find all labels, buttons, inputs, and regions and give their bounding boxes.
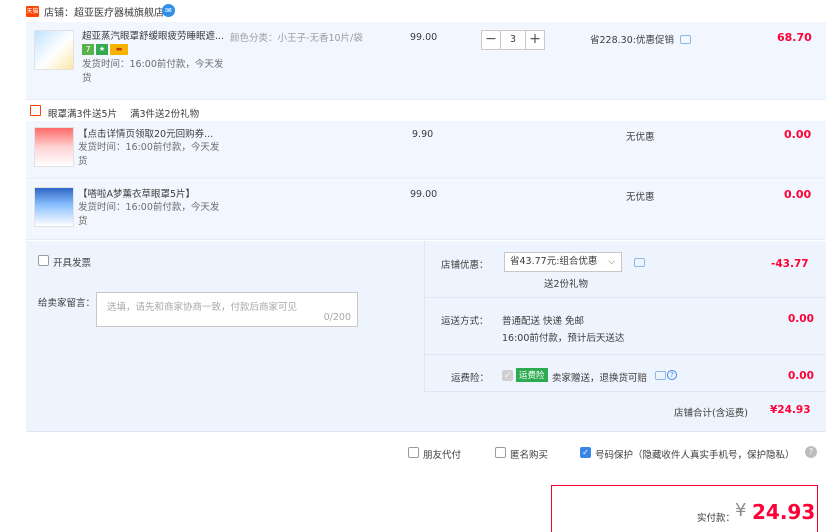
insurance-comment-icon[interactable] [655, 371, 666, 380]
payable-box: 实付款： ¥ 24.93 [551, 485, 818, 532]
subtotal-3: 0.00 [784, 188, 812, 201]
order-item-2: 【点击详情页领取20元回购券... 发货时间：16:00前付款，今天发 货 9.… [26, 121, 826, 179]
ship-line-2: 货 [78, 216, 88, 227]
invoice-label: 开具发票 [53, 258, 92, 269]
anonymous-checkbox[interactable] [495, 447, 506, 458]
payable-currency: ¥ [735, 500, 747, 521]
row-divider [424, 354, 826, 355]
star-service-icon: ★ [96, 44, 108, 55]
payable-label: 实付款： [697, 513, 736, 524]
discount-note: 送2份礼物 [544, 279, 589, 290]
shipping-amount: 0.00 [788, 313, 814, 325]
discount-comment-icon[interactable] [634, 258, 645, 267]
discount-selected: 省43.77元:组合优惠 [510, 256, 598, 267]
payable-amount: 24.93 [752, 500, 816, 524]
number-protect-label: 号码保护（隐藏收件人真实手机号，保护隐私） [595, 450, 795, 461]
product-image-2[interactable] [34, 127, 74, 167]
row-divider [424, 297, 826, 298]
ship-time-3: 发货时间：16:00前付款，今天发 货 [78, 201, 219, 229]
shop-total-amount: ¥24.93 [770, 404, 811, 416]
quantity-stepper: − 3 + [481, 30, 545, 50]
ship-line-1: 发货时间：16:00前付款，今天发 [82, 59, 224, 70]
seller-message-input[interactable]: 选填，请先和商家协商一致，付款后商家可见 0/200 [96, 292, 358, 327]
gift-promo-row: 眼罩满3件送5片 满3件送2份礼物 [26, 103, 826, 121]
shop-label: 店铺： [44, 8, 74, 19]
service-badges: 7 ★ ▬ [82, 44, 128, 55]
panel-divider [424, 241, 425, 391]
message-counter: 0/200 [323, 312, 351, 323]
invoice-checkbox[interactable] [38, 255, 49, 266]
ship-line-2: 货 [78, 156, 88, 167]
shop-discount-select[interactable]: 省43.77元:组合优惠 ⌵ [504, 252, 622, 272]
unit-price-3: 99.00 [410, 189, 438, 200]
card-pay-icon: ▬ [110, 44, 128, 55]
order-item-3: 【嗒啦A梦薰衣草眼罩5片】 发货时间：16:00前付款，今天发 货 99.00 … [26, 180, 826, 240]
insurance-badge: 运费险 [516, 368, 548, 382]
subtotal-2: 0.00 [784, 128, 812, 141]
insurance-amount: 0.00 [788, 370, 814, 382]
gift-title: 眼罩满3件送5片 [48, 109, 118, 120]
help-icon[interactable]: ? [667, 370, 677, 380]
friend-pay-label: 朋友代付 [423, 450, 462, 461]
sku-value: 小王子-无香10片/袋 [277, 33, 363, 44]
tmall-badge: 天猫 [26, 6, 39, 17]
shop-total-label: 店铺合计(含运费) [674, 408, 748, 419]
insurance-text: 卖家赠送，退换货可赔 [552, 373, 648, 384]
shipping-label: 运送方式： [441, 316, 489, 327]
ship-line-2: 货 [82, 73, 92, 84]
ship-time-1: 发货时间：16:00前付款，今天发 货 [82, 58, 223, 86]
unit-price-1: 99.00 [410, 32, 438, 43]
promo-text-3: 无优惠 [626, 192, 655, 203]
product-image-3[interactable] [34, 187, 74, 227]
product-image-1[interactable] [34, 30, 74, 70]
gift-detail: 满3件送2份礼物 [130, 109, 200, 120]
qty-decrease-button[interactable]: − [481, 30, 501, 50]
shop-header: 店铺：超亚医疗器械旗舰店 [44, 4, 164, 19]
shop-discount-label: 店铺优惠： [441, 260, 489, 271]
insurance-label: 运费险： [451, 373, 490, 384]
sku-info-1: 颜色分类：小王子-无香10片/袋 [230, 30, 363, 44]
order-extra-panel [26, 241, 826, 432]
shipping-time: 16:00前付款，预计后天送达 [502, 333, 625, 344]
message-label: 给卖家留言： [38, 298, 96, 309]
insurance-checkbox: ✓ [502, 370, 513, 381]
ship-time-2: 发货时间：16:00前付款，今天发 货 [78, 141, 219, 169]
gift-icon [30, 105, 41, 116]
seven-day-return-icon: 7 [82, 44, 94, 55]
product-title-1[interactable]: 超亚蒸汽眼罩舒缓眼疲劳睡眠遮... [82, 30, 232, 43]
subtotal-1: 68.70 [777, 31, 812, 44]
message-placeholder: 选填，请先和商家协商一致，付款后商家可见 [107, 302, 298, 313]
number-protect-checkbox[interactable]: ✓ [580, 447, 591, 458]
ship-line-1: 发货时间：16:00前付款，今天发 [78, 202, 220, 213]
promo-text-2: 无优惠 [626, 132, 655, 143]
product-title-2[interactable]: 【点击详情页领取20元回购券... [78, 128, 213, 141]
order-item-1: 超亚蒸汽眼罩舒缓眼疲劳睡眠遮... 颜色分类：小王子-无香10片/袋 7 ★ ▬… [26, 22, 826, 100]
anonymous-label: 匿名购买 [510, 450, 549, 461]
sku-label: 颜色分类： [230, 33, 278, 44]
ship-line-1: 发货时间：16:00前付款，今天发 [78, 142, 220, 153]
shipping-method: 普通配送 快递 免邮 [502, 316, 585, 327]
promo-comment-icon[interactable] [680, 35, 691, 44]
friend-pay-checkbox[interactable] [408, 447, 419, 458]
qty-increase-button[interactable]: + [525, 30, 545, 50]
qty-input[interactable]: 3 [501, 30, 525, 50]
discount-amount: -43.77 [771, 258, 809, 270]
row-divider [424, 391, 826, 392]
unit-price-2: 9.90 [412, 129, 434, 140]
shop-name-link[interactable]: 超亚医疗器械旗舰店 [74, 8, 164, 19]
chevron-down-icon: ⌵ [608, 257, 615, 267]
product-title-3[interactable]: 【嗒啦A梦薰衣草眼罩5片】 [78, 188, 195, 201]
help-icon[interactable]: ? [805, 446, 817, 458]
promo-text-1: 省228.30:优惠促销 [590, 35, 674, 46]
chat-bubble-icon[interactable]: ✉ [162, 4, 175, 17]
